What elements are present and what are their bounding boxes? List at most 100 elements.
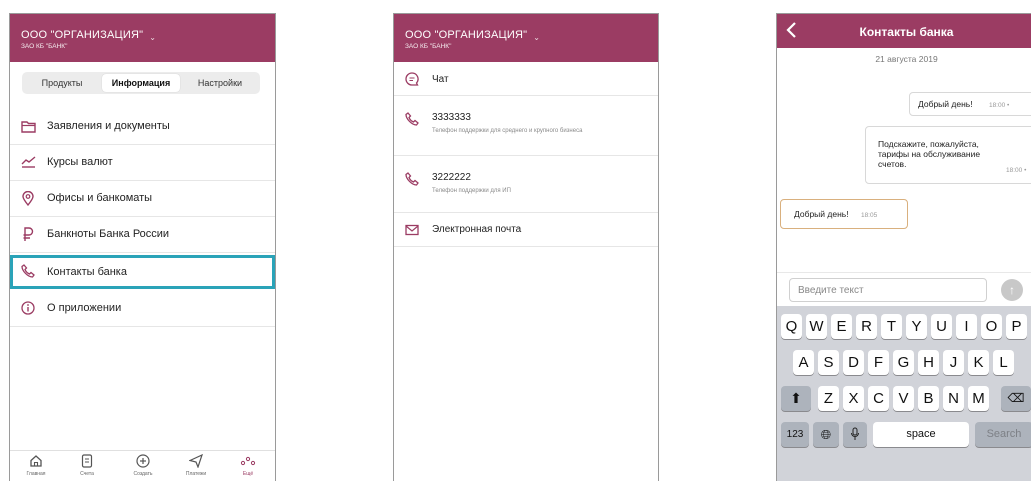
chart-icon <box>20 154 36 170</box>
contact-item-phone-ip[interactable]: 3222222 Телефон поддержки для ИП <box>394 156 658 213</box>
menu-item-currency-rates[interactable]: Курсы валют <box>10 145 275 181</box>
key-m[interactable]: M <box>968 386 989 411</box>
message-outgoing: Добрый день! 18:00 • <box>909 92 1031 116</box>
menu-item-label: Контакты банка <box>47 266 127 278</box>
info-icon <box>20 300 36 316</box>
org-selector[interactable]: ООО "ОРГАНИЗАЦИЯ" ⌄ <box>21 29 156 42</box>
tab-information[interactable]: Информация <box>102 74 180 92</box>
numbers-key[interactable]: 123 <box>781 422 809 447</box>
globe-key[interactable]: 🌐︎ <box>813 422 839 447</box>
phone-icon <box>405 112 419 126</box>
bottom-tab-bar: Главная Счета Создать Платежи Ещё <box>10 450 275 481</box>
chat-title: Контакты банка <box>859 25 954 39</box>
backspace-key[interactable]: ⌫ <box>1001 386 1031 411</box>
message-text: Подскажите, пожалуйста, тарифы на обслуж… <box>878 139 981 169</box>
key-t[interactable]: T <box>881 314 902 339</box>
app-header: ООО "ОРГАНИЗАЦИЯ" ⌄ ЗАО КБ "БАНК" <box>394 14 658 62</box>
key-o[interactable]: O <box>981 314 1002 339</box>
key-h[interactable]: H <box>918 350 939 375</box>
keyboard: Q W E R T Y U I O P A S D F G H J K L ⬆ … <box>777 306 1031 481</box>
home-icon <box>16 454 56 468</box>
tabbar-more[interactable]: Ещё <box>228 454 268 477</box>
bank-name: ЗАО КБ "БАНК" <box>21 43 68 50</box>
key-e[interactable]: E <box>831 314 852 339</box>
send-button[interactable]: ↑ <box>1001 279 1023 301</box>
message-outgoing: Подскажите, пожалуйста, тарифы на обслуж… <box>865 126 1031 184</box>
key-j[interactable]: J <box>943 350 964 375</box>
menu-item-label: Банкноты Банка России <box>47 228 170 240</box>
tab-settings[interactable]: Настройки <box>182 74 258 92</box>
message-time: 18:00 • <box>1006 167 1027 174</box>
key-z[interactable]: Z <box>818 386 839 411</box>
key-g[interactable]: G <box>893 350 914 375</box>
key-q[interactable]: Q <box>781 314 802 339</box>
key-v[interactable]: V <box>893 386 914 411</box>
key-p[interactable]: P <box>1006 314 1027 339</box>
menu-item-about[interactable]: О приложении <box>10 291 275 327</box>
menu-item-offices-atms[interactable]: Офисы и банкоматы <box>10 181 275 217</box>
menu-item-bank-contacts[interactable]: Контакты банка <box>10 255 275 289</box>
contact-label: Электронная почта <box>432 224 522 235</box>
message-input[interactable]: Введите текст <box>789 278 987 302</box>
tabbar-create[interactable]: Создать <box>123 454 163 477</box>
key-y[interactable]: Y <box>906 314 927 339</box>
tabbar-payments[interactable]: Платежи <box>176 454 216 477</box>
key-l[interactable]: L <box>993 350 1014 375</box>
phone-description: Телефон поддержки для ИП <box>432 188 511 194</box>
contact-item-chat[interactable]: Чат <box>394 62 658 96</box>
screen-information-menu: ООО "ОРГАНИЗАЦИЯ" ⌄ ЗАО КБ "БАНК" Продукт… <box>9 13 276 481</box>
key-c[interactable]: C <box>868 386 889 411</box>
org-name: ООО "ОРГАНИЗАЦИЯ" <box>405 29 528 41</box>
chevron-down-icon: ⌄ <box>533 33 541 42</box>
backspace-icon: ⌫ <box>1007 391 1025 405</box>
menu-item-label: Заявления и документы <box>47 120 170 132</box>
menu-item-documents[interactable]: Заявления и документы <box>10 109 275 145</box>
org-selector[interactable]: ООО "ОРГАНИЗАЦИЯ" ⌄ <box>405 29 541 42</box>
screen-chat: Контакты банка 21 августа 2019 Добрый де… <box>776 13 1031 481</box>
tabbar-home[interactable]: Главная <box>16 454 56 477</box>
phone-description: Телефон поддержки для среднего и крупног… <box>432 128 583 134</box>
screen-bank-contacts-list: ООО "ОРГАНИЗАЦИЯ" ⌄ ЗАО КБ "БАНК" Чат 333… <box>393 13 659 481</box>
contact-item-phone-business[interactable]: 3333333 Телефон поддержки для среднего и… <box>394 96 658 156</box>
message-text: Добрый день! <box>918 99 973 109</box>
key-n[interactable]: N <box>943 386 964 411</box>
shift-key[interactable]: ⬆ <box>781 386 811 411</box>
tabbar-label: Создать <box>133 471 153 477</box>
org-name: ООО "ОРГАНИЗАЦИЯ" <box>21 29 144 41</box>
phone-icon <box>20 263 36 279</box>
key-i[interactable]: I <box>956 314 977 339</box>
key-w[interactable]: W <box>806 314 827 339</box>
key-x[interactable]: X <box>843 386 864 411</box>
app-header: ООО "ОРГАНИЗАЦИЯ" ⌄ ЗАО КБ "БАНК" <box>10 14 275 62</box>
plus-circle-icon <box>123 454 163 468</box>
phone-number: 3333333 <box>432 112 471 123</box>
contact-label: Чат <box>432 74 449 85</box>
contact-item-email[interactable]: Электронная почта <box>394 213 658 247</box>
mic-key[interactable] <box>843 422 867 447</box>
menu-item-banknotes[interactable]: Банкноты Банка России <box>10 217 275 253</box>
chat-icon <box>405 72 419 86</box>
phone-icon <box>405 172 419 186</box>
tabbar-label: Платежи <box>185 471 207 477</box>
tabbar-accounts[interactable]: Счета <box>67 454 107 477</box>
tab-products[interactable]: Продукты <box>24 74 100 92</box>
space-key[interactable]: space <box>873 422 969 447</box>
send-icon <box>176 454 216 468</box>
menu-item-label: Офисы и банкоматы <box>47 192 153 204</box>
chat-header: Контакты банка <box>777 14 1031 48</box>
menu-item-label: О приложении <box>47 302 122 314</box>
message-time: 18:05 <box>860 212 878 219</box>
key-u[interactable]: U <box>931 314 952 339</box>
key-r[interactable]: R <box>856 314 877 339</box>
key-f[interactable]: F <box>868 350 889 375</box>
ruble-icon <box>20 226 36 242</box>
arrow-up-icon: ↑ <box>1009 283 1015 297</box>
message-text: Добрый день! <box>794 209 849 219</box>
key-s[interactable]: S <box>818 350 839 375</box>
key-b[interactable]: B <box>918 386 939 411</box>
key-a[interactable]: A <box>793 350 814 375</box>
search-key[interactable]: Search <box>975 422 1031 447</box>
key-k[interactable]: K <box>968 350 989 375</box>
key-d[interactable]: D <box>843 350 864 375</box>
message-time: 18:00 • <box>988 102 1010 109</box>
